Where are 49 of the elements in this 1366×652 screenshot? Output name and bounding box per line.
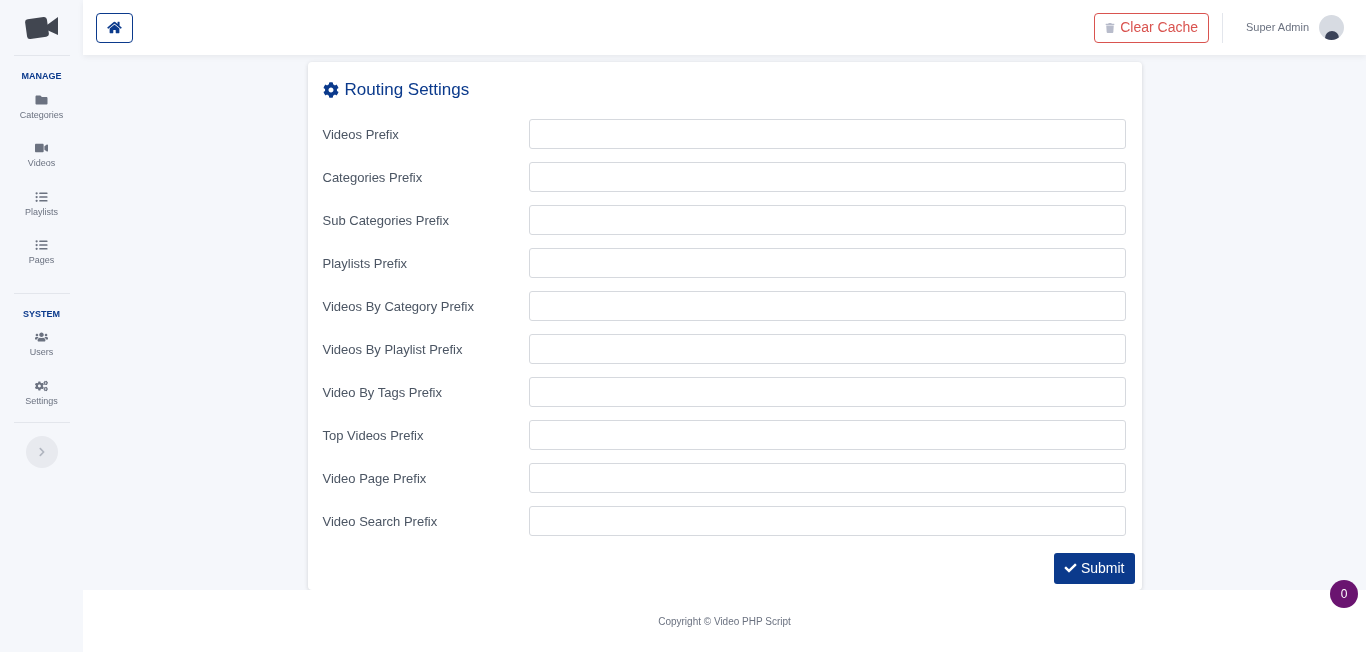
- avatar[interactable]: [1319, 15, 1344, 41]
- trash-icon: [1105, 22, 1116, 33]
- folder-icon: [35, 93, 48, 106]
- input-field[interactable]: [528, 334, 1126, 365]
- user-name: Super Admin: [1246, 20, 1309, 36]
- input-field[interactable]: [528, 377, 1126, 408]
- field-label: Categories Prefix: [322, 168, 424, 187]
- field-label: Sub Categories Prefix: [322, 211, 450, 230]
- list-icon: [35, 239, 48, 251]
- settings-icon: [322, 82, 339, 99]
- field-label: Videos By Playlist Prefix: [322, 340, 464, 359]
- video-camera-icon: [35, 142, 48, 154]
- sidebar-item[interactable]: Videos: [27, 142, 56, 171]
- input-field[interactable]: [528, 463, 1126, 494]
- card-title: Routing Settings: [344, 79, 470, 102]
- input-field[interactable]: [528, 119, 1126, 150]
- input-field[interactable]: [528, 420, 1126, 451]
- copyright-text: Copyright © Video PHP Script: [658, 615, 791, 630]
- input-field[interactable]: [528, 162, 1126, 193]
- sidebar-item[interactable]: Categories: [19, 93, 64, 122]
- home-button[interactable]: [96, 12, 133, 43]
- input-field[interactable]: [528, 205, 1126, 236]
- list-icon: [35, 190, 48, 203]
- section-heading: SYSTEM: [23, 307, 60, 321]
- gears-icon: [35, 379, 48, 392]
- input-field[interactable]: [528, 506, 1126, 537]
- field-label: Videos By Category Prefix: [322, 297, 475, 316]
- sidebar-item[interactable]: Pages: [28, 239, 55, 268]
- input-field[interactable]: [528, 291, 1126, 322]
- section-heading: MANAGE: [21, 70, 62, 83]
- field-label: Playlists Prefix: [322, 254, 409, 273]
- video-camera-logo: [24, 14, 59, 40]
- field-label: Video Search Prefix: [322, 512, 439, 531]
- clear-cache-button[interactable]: Clear Cache: [1094, 12, 1209, 43]
- field-label: Top Videos Prefix: [322, 426, 425, 445]
- expand-button[interactable]: [25, 436, 58, 468]
- notification-badge[interactable]: 0: [1330, 580, 1358, 609]
- submit-button[interactable]: Submit: [1053, 552, 1135, 584]
- chevron-icon: [37, 447, 46, 457]
- field-label: Videos Prefix: [322, 125, 400, 144]
- input-field[interactable]: [528, 248, 1126, 279]
- field-label: Video Page Prefix: [322, 469, 428, 488]
- sidebar-item[interactable]: Settings: [25, 379, 58, 408]
- users-icon: [35, 331, 48, 343]
- check-icon: [1063, 562, 1077, 575]
- home-icon: [107, 21, 122, 35]
- field-label: Video By Tags Prefix: [322, 383, 443, 402]
- sidebar-item[interactable]: Playlists: [25, 190, 58, 219]
- sidebar-item[interactable]: Users: [29, 331, 54, 360]
